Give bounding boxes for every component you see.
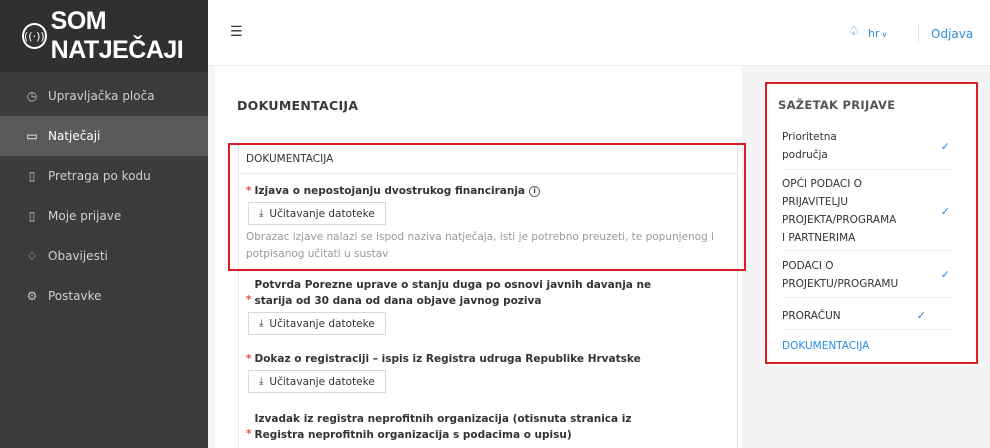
sidebar-item-label: Moje prijave bbox=[48, 209, 122, 223]
sidebar-item-notifications[interactable]: ♢ Obavijesti bbox=[0, 236, 208, 276]
divider bbox=[918, 24, 919, 42]
notification-bell-icon[interactable]: ♤ bbox=[848, 24, 860, 39]
required-marker: * bbox=[246, 353, 252, 365]
logout-link[interactable]: Odjava bbox=[931, 27, 973, 41]
upload-button[interactable]: ⤓ Učitavanje datoteke bbox=[248, 370, 386, 393]
upload-icon: ⤓ bbox=[259, 376, 264, 387]
chevron-down-icon: ∨ bbox=[881, 30, 888, 39]
logo-icon: ((·)) bbox=[22, 23, 47, 49]
dashboard-icon: ◷ bbox=[26, 89, 38, 103]
required-marker: * bbox=[246, 428, 252, 440]
sidebar-item-label: Obavijesti bbox=[48, 249, 108, 263]
sidebar-item-natjecaji[interactable]: ▭ Natječaji bbox=[0, 116, 208, 156]
sidebar-item-settings[interactable]: ⚙ Postavke bbox=[0, 276, 208, 316]
section-title: DOKUMENTACIJA bbox=[237, 98, 359, 113]
folder-icon: ▭ bbox=[26, 129, 38, 143]
field-label: * Potvrda Porezne uprave o stanju duga p… bbox=[246, 279, 652, 307]
sidebar-item-dashboard[interactable]: ◷ Upravljačka ploča bbox=[0, 76, 208, 116]
language-value: hr bbox=[868, 27, 880, 40]
field-label: * Izvadak iz registra neprofitnih organi… bbox=[246, 413, 632, 441]
field-tax-certificate: * Potvrda Porezne uprave o stanju duga p… bbox=[246, 277, 651, 335]
field-registration-proof: * Dokaz o registraciji – ispis iz Registr… bbox=[246, 351, 641, 393]
sidebar-item-label: Natječaji bbox=[48, 129, 101, 143]
required-marker: * bbox=[246, 294, 252, 306]
sidebar-item-label: Upravljačka ploča bbox=[48, 89, 155, 103]
logo[interactable]: ((·)) SOM NATJEČAJI bbox=[0, 0, 208, 72]
menu-toggle-icon[interactable]: ☰ bbox=[230, 24, 243, 40]
field-nonprofit-registry-extract: * Izvadak iz registra neprofitnih organi… bbox=[246, 411, 631, 443]
upload-icon: ⤓ bbox=[259, 318, 264, 329]
highlight-box-required-document bbox=[228, 143, 746, 271]
highlight-box-summary bbox=[765, 82, 978, 364]
gear-icon: ⚙ bbox=[26, 289, 38, 303]
sidebar: ((·)) SOM NATJEČAJI ◷ Upravljačka ploča … bbox=[0, 0, 208, 448]
file-icon: ▯ bbox=[28, 209, 36, 223]
upload-button[interactable]: ⤓ Učitavanje datoteke bbox=[248, 312, 386, 335]
sidebar-item-label: Pretraga po kodu bbox=[48, 169, 151, 183]
top-bar: ☰ ♤ hr ∨ Odjava bbox=[208, 0, 990, 66]
language-selector[interactable]: hr ∨ bbox=[868, 27, 887, 40]
logo-text: SOM NATJEČAJI bbox=[50, 7, 184, 64]
sidebar-item-label: Postavke bbox=[48, 289, 102, 303]
sidebar-item-search-by-code[interactable]: ▯ Pretraga po kodu bbox=[0, 156, 208, 196]
field-label: * Dokaz o registraciji – ispis iz Registr… bbox=[246, 353, 641, 365]
sidebar-item-my-applications[interactable]: ▯ Moje prijave bbox=[0, 196, 208, 236]
document-icon: ▯ bbox=[28, 169, 36, 183]
bell-icon: ♢ bbox=[26, 249, 38, 263]
